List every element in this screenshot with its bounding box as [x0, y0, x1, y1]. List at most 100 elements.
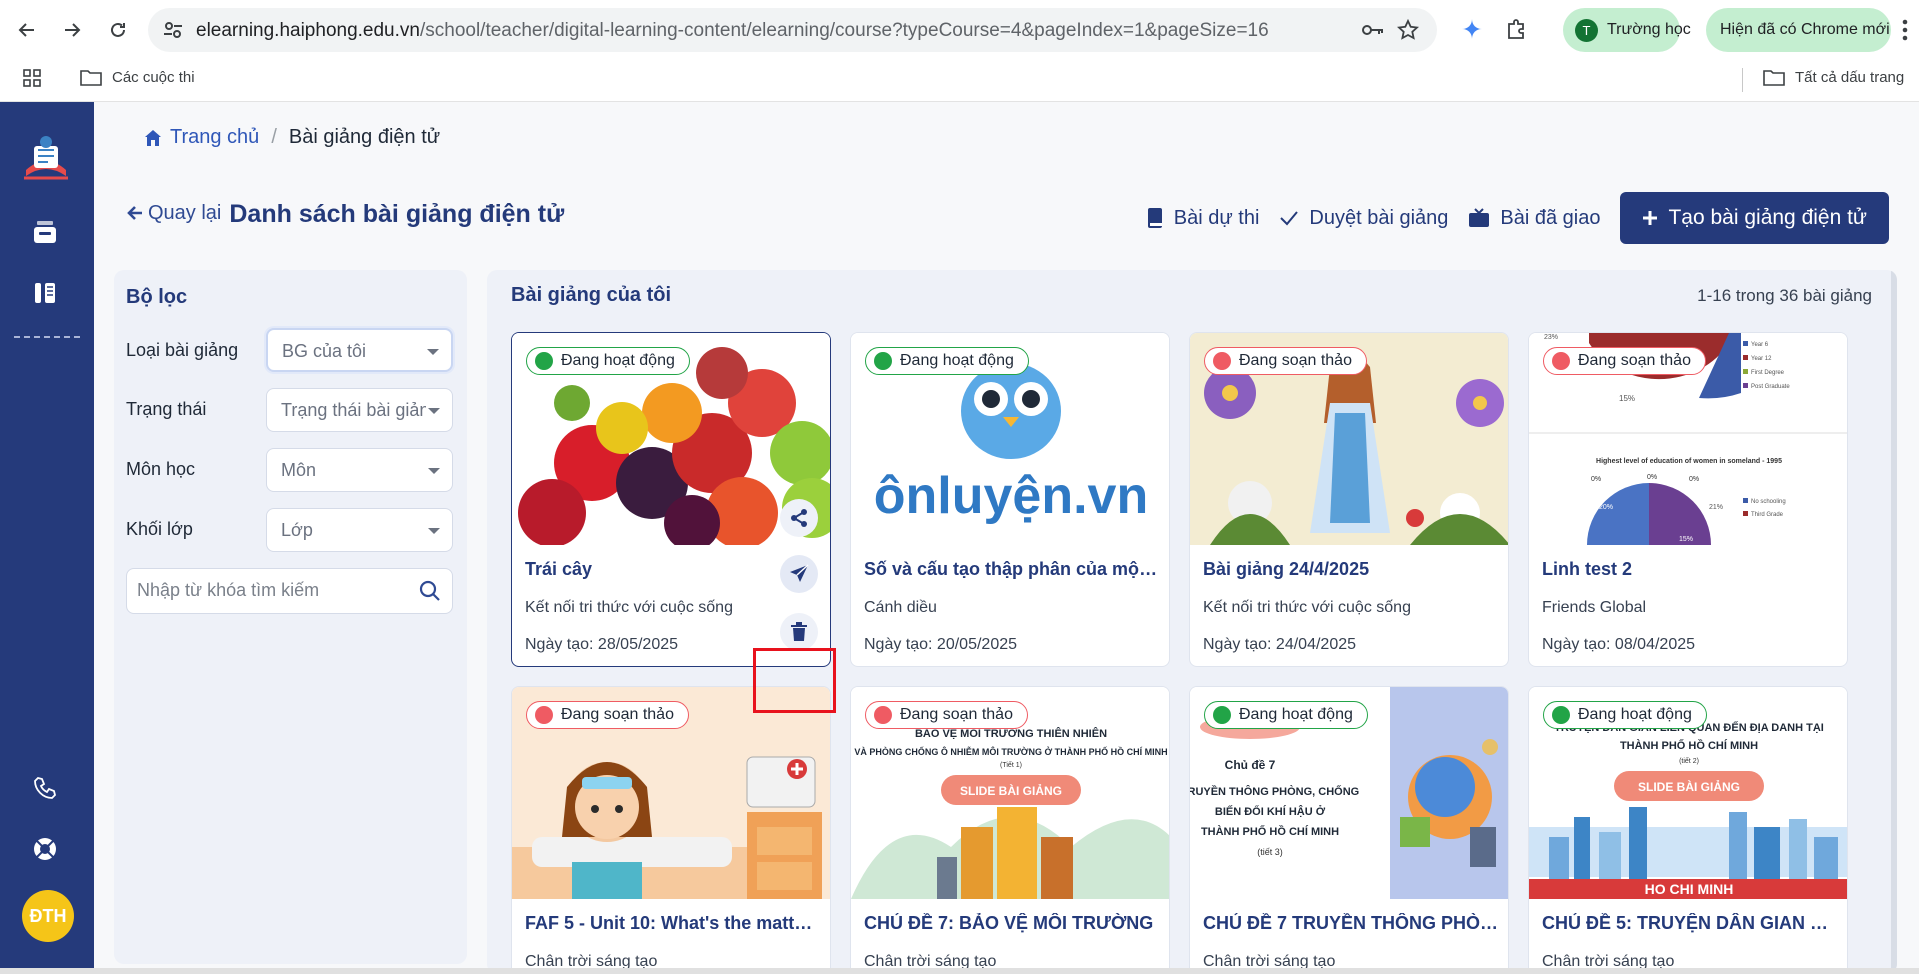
bookmark-label: Các cuộc thi — [112, 68, 195, 86]
page-title: Danh sách bài giảng điện tử — [229, 200, 565, 228]
paper-plane-icon — [790, 564, 809, 582]
all-bookmarks-label: Tất cả dấu trang — [1795, 68, 1905, 86]
user-avatar[interactable]: ĐTH — [22, 890, 74, 942]
pie-pct-label: 0% — [1689, 476, 1699, 483]
pie-pct-label: 15% — [1619, 394, 1635, 403]
assigned-lectures-link[interactable]: Bài đã giao — [1468, 207, 1600, 230]
browser-menu-icon[interactable] — [1897, 16, 1913, 44]
review-lectures-link[interactable]: Duyệt bài giảng — [1279, 207, 1448, 230]
vertical-scrollbar[interactable] — [1891, 270, 1897, 974]
card-title: CHỦ ĐỀ 7: BẢO VỆ MÔI TRƯỜNG — [864, 913, 1154, 933]
card-title: FAF 5 - Unit 10: What's the matter? — [525, 913, 821, 933]
lecture-card[interactable]: Đang soạn thảo FAF 5 - Unit 10: What's t… — [511, 686, 831, 974]
delete-button[interactable] — [780, 613, 818, 651]
card-subject: Friends Global — [1542, 599, 1647, 616]
back-arrow-icon[interactable] — [12, 15, 42, 45]
profile-avatar: T — [1575, 19, 1598, 42]
chevron-down-icon — [428, 528, 440, 534]
chevron-down-icon — [428, 408, 440, 414]
status-label: Đang hoạt động — [1578, 706, 1692, 723]
sidebar: ĐTH — [0, 102, 94, 974]
status-dot — [1213, 352, 1231, 370]
arrow-left-icon — [127, 206, 142, 220]
status-label: Đang soạn thảo — [561, 706, 674, 723]
all-bookmarks-folder[interactable]: Tất cả dấu trang — [1763, 68, 1904, 86]
address-bar[interactable]: elearning.haiphong.edu.vn/school/teacher… — [148, 8, 1437, 52]
thumb-slide-text: SLIDE BÀI GIẢNG — [960, 783, 1062, 798]
status-dot — [874, 706, 892, 724]
filter-type-select[interactable]: BG của tôi — [266, 328, 453, 372]
legend-item: Year 12 — [1751, 356, 1772, 362]
courses-icon[interactable] — [27, 214, 63, 250]
folder-icon — [1763, 70, 1785, 86]
lecture-list-panel: Bài giảng của tôi 1-16 trong 36 bài giản… — [487, 270, 1897, 974]
reload-icon[interactable] — [103, 15, 133, 45]
lecture-card[interactable]: 15% 23% Year 6 Year 12 First Degree Post… — [1528, 332, 1848, 667]
card-title: Trái cây — [525, 559, 593, 579]
card-thumbnail: TRUYỆN DÂN GIAN LIÊN QUAN ĐẾN ĐỊA DANH T… — [1529, 687, 1847, 899]
forward-arrow-icon[interactable] — [57, 15, 87, 45]
status-badge: Đang hoạt động — [865, 347, 1029, 375]
status-label: Đang soạn thảo — [1239, 352, 1352, 369]
lecture-card[interactable]: Đang soạn thảo Bài giảng 24/4/2025 Kết n… — [1189, 332, 1509, 667]
status-badge: Đang hoạt động — [1204, 701, 1368, 729]
breadcrumb-separator: / — [271, 126, 277, 148]
filter-subject-select[interactable]: Môn — [266, 448, 453, 492]
gemini-sparkle-icon[interactable] — [1460, 17, 1484, 46]
lecture-card[interactable]: ônluyện.vn Đang hoạt động Số và cấu tạo … — [850, 332, 1170, 667]
contest-entries-link[interactable]: Bài dự thi — [1146, 207, 1259, 230]
site-info-icon[interactable] — [162, 19, 184, 46]
assign-send-button[interactable] — [780, 555, 818, 593]
app-root: ĐTH Trang chủ / Bài giảng điện tử Quay l… — [0, 102, 1919, 974]
lecture-card[interactable]: Đang hoạt động Trái cây Kết nối tri thức… — [511, 332, 831, 667]
school-logo[interactable] — [20, 132, 72, 184]
filter-status-select[interactable]: Trạng thái bài giảng — [266, 388, 453, 432]
share-icon — [791, 509, 807, 527]
create-lecture-button[interactable]: Tạo bài giảng điện tử — [1620, 192, 1889, 244]
phone-icon[interactable] — [27, 770, 63, 806]
status-dot — [1552, 706, 1570, 724]
legend-item: First Degree — [1751, 370, 1785, 376]
page-header: Quay lại Danh sách bài giảng điện tử — [126, 200, 564, 229]
card-thumbnail: Đang soạn thảo — [512, 687, 830, 899]
password-key-icon[interactable] — [1361, 20, 1385, 45]
url-text[interactable]: elearning.haiphong.edu.vn/school/teacher… — [196, 20, 1269, 42]
card-date: Ngày tạo: 24/04/2025 — [1203, 636, 1357, 653]
tools-icon[interactable] — [27, 275, 63, 311]
status-dot — [1213, 706, 1231, 724]
status-label: Đang hoạt động — [900, 352, 1014, 369]
apps-grid-icon[interactable] — [22, 68, 42, 88]
search-box — [126, 568, 453, 614]
chrome-update-button[interactable]: Hiện đã có Chrome mới — [1706, 8, 1891, 52]
share-button[interactable] — [780, 499, 818, 537]
help-lifebuoy-icon[interactable] — [27, 831, 63, 867]
filter-grade-label: Khối lớp — [126, 519, 193, 539]
status-badge: Đang soạn thảo — [526, 701, 689, 729]
lecture-card[interactable]: BẢO VỆ MÔI TRƯỜNG THIÊN NHIÊN VÀ PHÒNG C… — [850, 686, 1170, 974]
status-badge: Đang hoạt động — [1543, 701, 1707, 729]
home-icon — [145, 129, 161, 146]
status-badge: Đang hoạt động — [526, 347, 690, 375]
breadcrumb-home[interactable]: Trang chủ — [170, 126, 259, 149]
filter-status-label: Trạng thái — [126, 399, 207, 419]
lecture-card[interactable]: TRUYỆN DÂN GIAN LIÊN QUAN ĐẾN ĐỊA DANH T… — [1528, 686, 1848, 974]
card-subject: Cánh diều — [864, 599, 937, 616]
card-date: Ngày tạo: 28/05/2025 — [525, 636, 679, 653]
status-badge: Đang soạn thảo — [1543, 347, 1706, 375]
filter-grade-select[interactable]: Lớp — [266, 508, 453, 552]
filter-type-value: BG của tôi — [282, 341, 367, 361]
lecture-card[interactable]: Chủ đề 7 TRUYỀN THÔNG PHÒNG, CHỐNG BIẾN … — [1189, 686, 1509, 974]
card-thumbnail: ônluyện.vn Đang hoạt động — [851, 333, 1169, 545]
filter-subject-label: Môn học — [126, 459, 196, 479]
bookmark-star-icon[interactable] — [1396, 18, 1420, 46]
profile-chip[interactable]: T Trường học — [1563, 8, 1691, 52]
search-icon[interactable] — [418, 579, 442, 608]
back-link[interactable]: Quay lại — [126, 202, 221, 225]
bookmark-folder-contests[interactable]: Các cuộc thi — [80, 68, 195, 86]
search-input[interactable] — [137, 580, 397, 601]
check-icon — [1280, 211, 1299, 226]
card-date: Ngày tạo: 20/05/2025 — [864, 636, 1018, 653]
extensions-puzzle-icon[interactable] — [1505, 17, 1529, 46]
thumb-topic-text: Chủ đề 7 — [1225, 758, 1276, 772]
status-badge: Đang soạn thảo — [865, 701, 1028, 729]
